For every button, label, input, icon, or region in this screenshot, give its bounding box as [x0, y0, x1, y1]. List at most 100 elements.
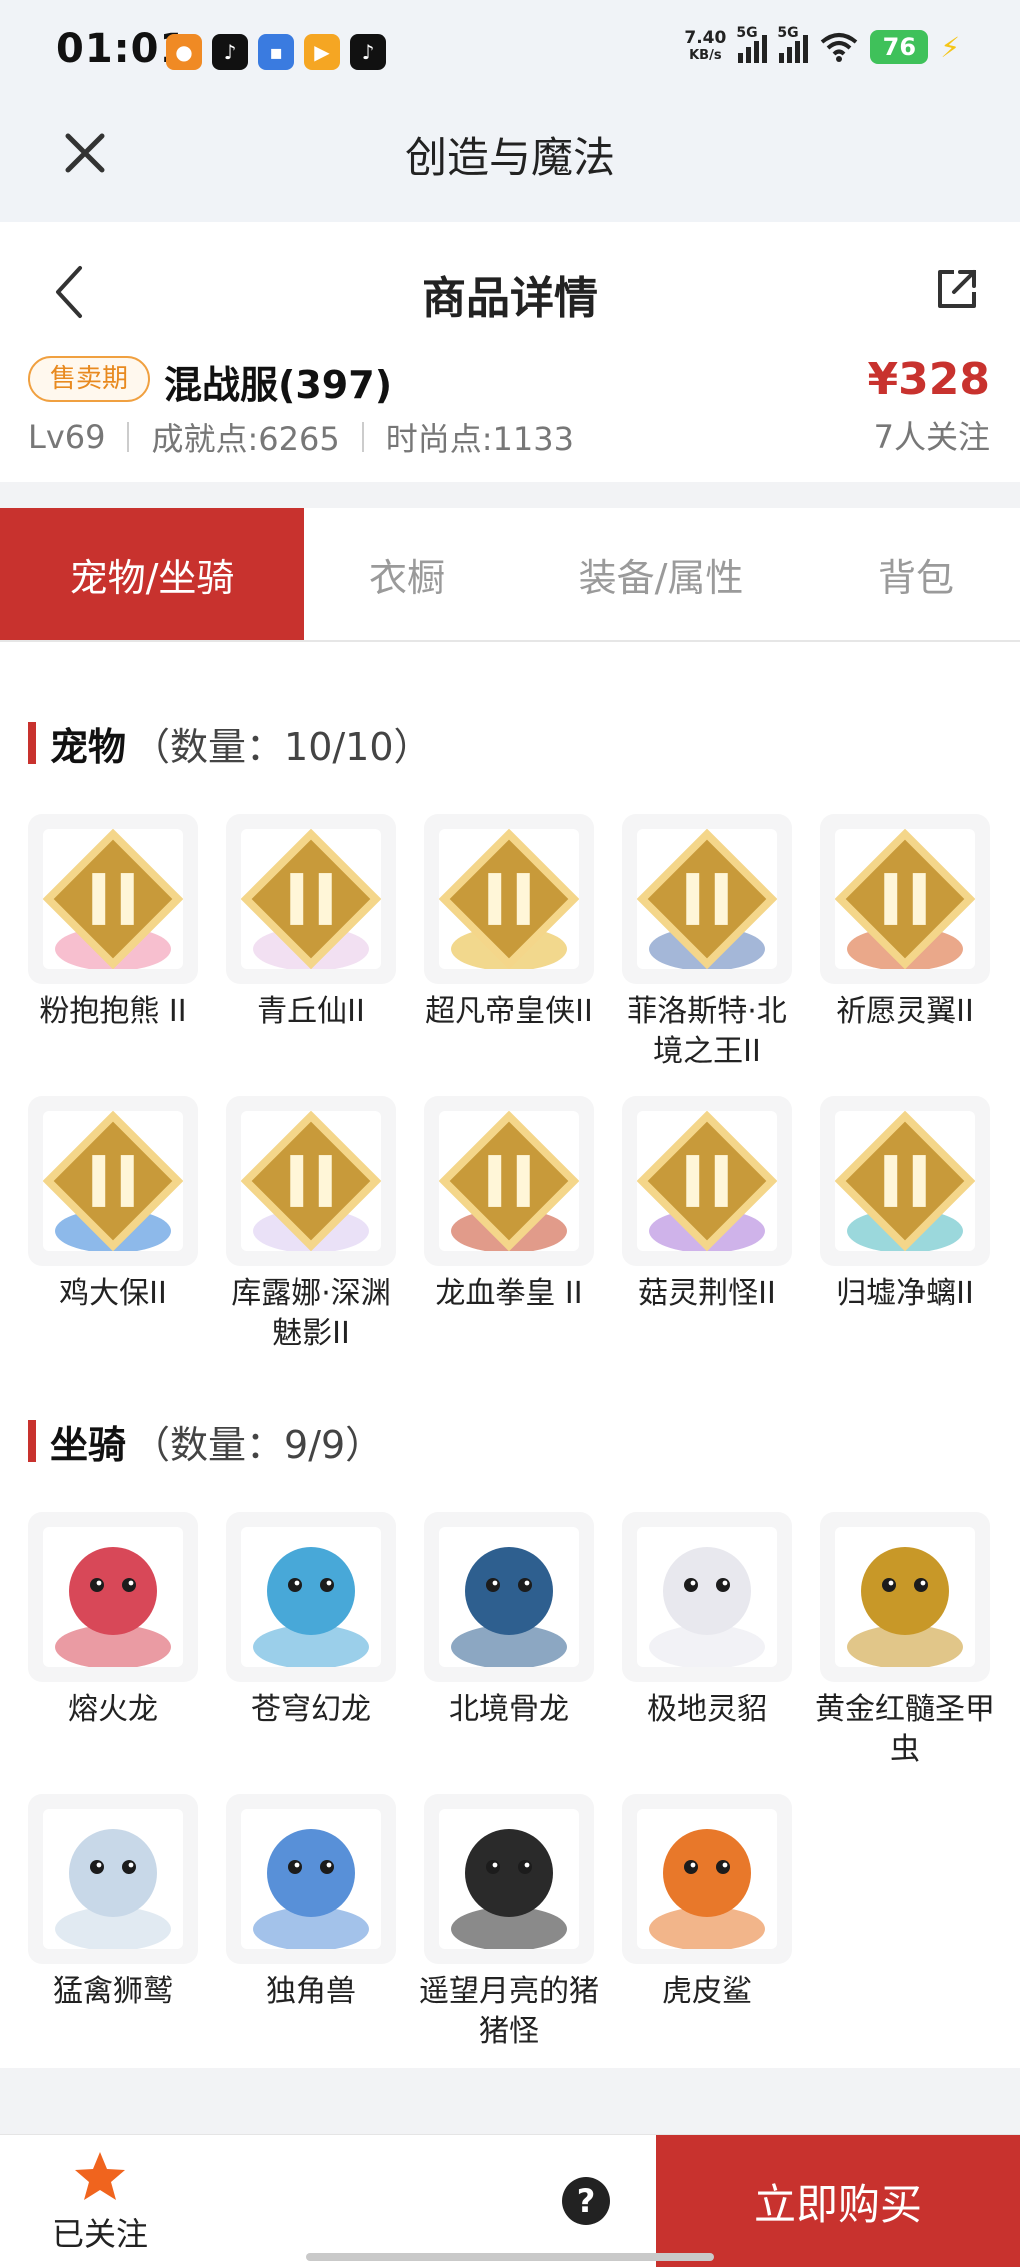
mounts-grid: 熔火龙 苍穹幻龙 北境骨龙 极地灵貂 黄金红髓圣甲虫猛禽狮鹫 独角兽 遥望月亮的猪猪怪 虎皮鲨	[28, 1512, 995, 2054]
video-app-icon: ▶	[304, 34, 340, 70]
mount-item[interactable]: 苍穹幻龙	[226, 1512, 396, 1772]
price: ¥328	[867, 354, 990, 405]
status-indicators: 7.40 KB/s 5G 5G 76 ⚡	[684, 25, 960, 64]
pet-name: 归墟净螭II	[836, 1276, 974, 1311]
tab-pets-mounts[interactable]: 宠物/坐骑	[0, 508, 304, 640]
tier-two-badge-icon	[439, 1111, 579, 1251]
mount-item[interactable]: 北境骨龙	[424, 1512, 594, 1772]
pet-item[interactable]: 菲洛斯特·北境之王II	[622, 814, 792, 1074]
mount-name: 黄金红髓圣甲虫	[815, 1692, 995, 1767]
pet-thumbnail	[226, 814, 396, 984]
pet-thumbnail	[622, 1096, 792, 1266]
tab-bar: 宠物/坐骑 衣橱 装备/属性 背包	[0, 508, 1020, 642]
product-header: 售卖期 混战服(397) ¥328 Lv69 成就点:6265 时尚点:1133…	[0, 352, 1020, 482]
mount-item[interactable]: 猛禽狮鹫	[28, 1794, 198, 2054]
mounts-title: 坐骑	[50, 1422, 127, 1467]
mount-item[interactable]: 虎皮鲨	[622, 1794, 792, 2054]
character-art-icon	[439, 1527, 579, 1667]
follow-button[interactable]: 已关注	[40, 2149, 160, 2255]
pet-item[interactable]: 龙血拳皇 II	[424, 1096, 594, 1356]
pet-item[interactable]: 库露娜·深渊魅影II	[226, 1096, 396, 1356]
net-speed-unit: KB/s	[689, 48, 722, 63]
mounts-section-header: 坐骑 （数量：9/9）	[28, 1416, 384, 1467]
game-app-icon: ●	[166, 34, 202, 70]
mount-item[interactable]: 熔火龙	[28, 1512, 198, 1772]
page-title: 商品详情	[422, 273, 598, 324]
pets-title: 宠物	[50, 724, 127, 769]
mount-thumbnail	[622, 1794, 792, 1964]
mount-name: 独角兽	[266, 1974, 356, 2009]
tier-two-badge-icon	[835, 829, 975, 969]
mount-name: 猛禽狮鹫	[53, 1974, 173, 2009]
tier-two-badge-icon	[43, 829, 183, 969]
pet-item[interactable]: 鸡大保II	[28, 1096, 198, 1356]
status-bar: 01:01 ● ♪ ▪ ▶ ♪ 7.40 KB/s 5G 5G 76 ⚡	[0, 0, 1020, 104]
achievement-points: 成就点:6265	[151, 420, 340, 458]
pet-item[interactable]: 粉抱抱熊 II	[28, 814, 198, 1074]
share-icon[interactable]	[934, 266, 980, 312]
page-nav: 商品详情	[0, 222, 1020, 352]
character-art-icon	[43, 1809, 183, 1949]
mount-thumbnail	[622, 1512, 792, 1682]
buy-now-button[interactable]: 立即购买	[656, 2135, 1020, 2267]
section-accent	[28, 1420, 36, 1462]
pets-count: （数量：10/10）	[132, 724, 432, 769]
pet-name: 鸡大保II	[59, 1276, 167, 1311]
character-art-icon	[241, 1527, 381, 1667]
pet-thumbnail	[424, 814, 594, 984]
mount-name: 熔火龙	[68, 1692, 158, 1727]
divider	[127, 422, 130, 452]
mount-thumbnail	[226, 1794, 396, 1964]
character-art-icon	[241, 1809, 381, 1949]
signal-1-label: 5G	[736, 25, 758, 41]
mount-name: 北境骨龙	[449, 1692, 569, 1727]
character-art-icon	[835, 1527, 975, 1667]
help-icon[interactable]: ?	[562, 2177, 610, 2225]
tier-two-badge-icon	[241, 1111, 381, 1251]
tier-two-badge-icon	[439, 829, 579, 969]
pet-thumbnail	[820, 1096, 990, 1266]
app-title: 创造与魔法	[404, 133, 615, 182]
notification-icons: ● ♪ ▪ ▶ ♪	[166, 34, 386, 70]
pet-item[interactable]: 祈愿灵翼II	[820, 814, 990, 1074]
server-name: 混战服(397)	[164, 363, 393, 407]
pet-item[interactable]: 归墟净螭II	[820, 1096, 990, 1356]
pet-thumbnail	[622, 814, 792, 984]
charging-icon: ⚡	[940, 30, 960, 64]
tab-equipment[interactable]: 装备/属性	[510, 508, 812, 640]
signal-1-icon: 5G	[736, 25, 768, 63]
star-icon	[75, 2152, 125, 2200]
pet-name: 青丘仙II	[257, 994, 365, 1029]
section-accent	[28, 722, 36, 764]
level: Lv69	[28, 418, 106, 456]
tab-backpack[interactable]: 背包	[812, 508, 1020, 640]
tab-wardrobe[interactable]: 衣橱	[304, 508, 510, 640]
tier-two-badge-icon	[637, 1111, 777, 1251]
pet-name: 菲洛斯特·北境之王II	[627, 994, 787, 1069]
tiktok-lite-icon: ♪	[350, 34, 386, 70]
pet-name: 祈愿灵翼II	[836, 994, 974, 1029]
tier-two-badge-icon	[835, 1111, 975, 1251]
mount-item[interactable]: 独角兽	[226, 1794, 396, 2054]
home-indicator	[306, 2253, 714, 2261]
mount-thumbnail	[424, 1794, 594, 1964]
mount-name: 虎皮鲨	[662, 1974, 752, 2009]
pet-thumbnail	[820, 814, 990, 984]
pet-item[interactable]: 超凡帝皇侠II	[424, 814, 594, 1074]
pet-item[interactable]: 菇灵荆怪II	[622, 1096, 792, 1356]
mount-item[interactable]: 黄金红髓圣甲虫	[815, 1512, 995, 1772]
mount-item[interactable]: 极地灵貂	[622, 1512, 792, 1772]
pet-item[interactable]: 青丘仙II	[226, 814, 396, 1074]
mount-item[interactable]: 遥望月亮的猪猪怪	[419, 1794, 599, 2054]
wifi-icon	[821, 33, 858, 62]
mounts-count: （数量：9/9）	[132, 1422, 384, 1467]
bottom-spacer	[0, 2068, 1020, 2134]
net-speed: 7.40 KB/s	[684, 30, 726, 64]
follow-label: 已关注	[51, 2215, 148, 2253]
pets-grid: 粉抱抱熊 II 青丘仙II 超凡帝皇侠II 菲洛斯特·北境之王II 祈愿灵翼II 鸡大保I…	[28, 814, 992, 1356]
mount-name: 遥望月亮的猪猪怪	[419, 1974, 599, 2049]
signal-2-label: 5G	[777, 25, 799, 41]
pet-thumbnail	[28, 1096, 198, 1266]
mount-thumbnail	[424, 1512, 594, 1682]
pet-name: 龙血拳皇 II	[435, 1276, 583, 1311]
